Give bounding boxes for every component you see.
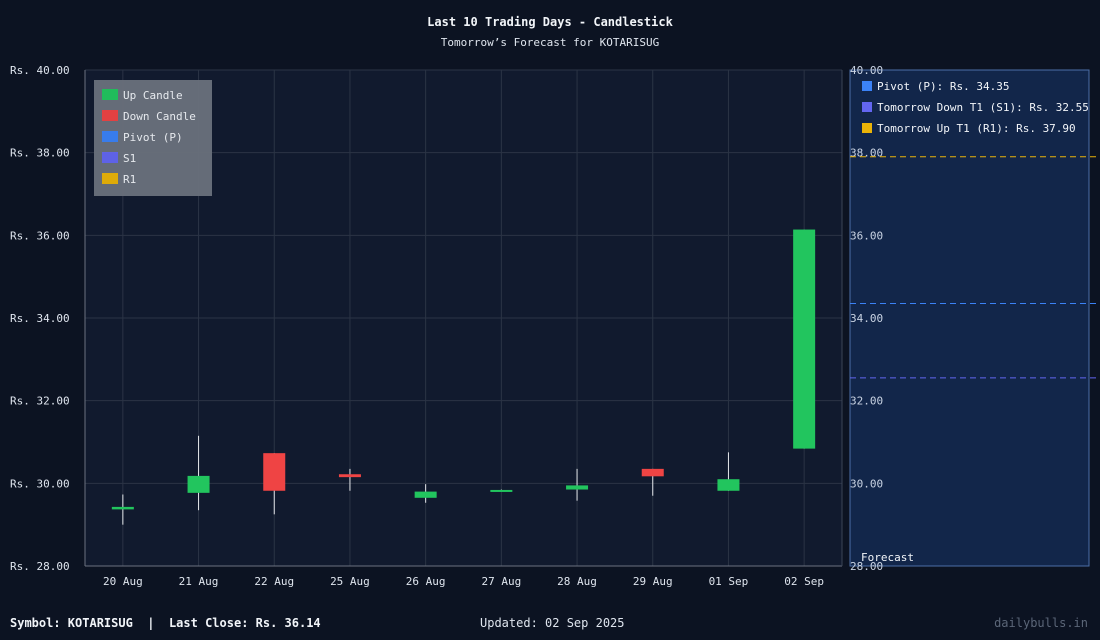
candle-down	[338, 474, 361, 478]
y-tick-label: Rs. 30.00	[10, 477, 70, 490]
x-tick-label: 25 Aug	[330, 575, 370, 588]
x-tick-label: 26 Aug	[406, 575, 446, 588]
legend-swatch-r1	[102, 173, 118, 184]
footer-symbol-text: Symbol: KOTARISUG | Last Close: Rs. 36.1…	[10, 616, 321, 630]
candle-up	[717, 479, 740, 491]
forecast-tick-label: 32.00	[850, 395, 883, 408]
legend-item-up: Up Candle	[102, 89, 183, 103]
candle-up	[793, 229, 816, 449]
x-tick-label: 22 Aug	[254, 575, 294, 588]
footer-updated: Updated: 02 Sep 2025	[480, 616, 625, 630]
x-tick-label: 27 Aug	[481, 575, 521, 588]
x-tick-label: 29 Aug	[633, 575, 673, 588]
legend-item-down: Down Candle	[102, 110, 196, 124]
forecast-legend-s1: Tomorrow Down T1 (S1): Rs. 32.55	[862, 101, 1089, 115]
candle-up	[566, 485, 589, 490]
candle-up	[111, 506, 134, 510]
footer-symbol: Symbol: KOTARISUG | Last Close: Rs. 36.1…	[10, 616, 321, 630]
candle-down	[641, 468, 664, 477]
chart-legend: Up Candle Down Candle Pivot (P) S1 R1	[94, 80, 212, 196]
forecast-legend-label: Tomorrow Down T1 (S1): Rs. 32.55	[877, 101, 1089, 114]
forecast-panel	[849, 69, 1090, 567]
legend-swatch-down	[102, 110, 118, 121]
forecast-legend-label: Pivot (P): Rs. 34.35	[877, 80, 1010, 93]
legend-swatch-up	[102, 89, 118, 100]
y-tick-label: Rs. 36.00	[10, 229, 70, 242]
forecast-swatch-s1	[862, 102, 872, 112]
forecast-label: Forecast	[861, 551, 914, 564]
forecast-legend-r1: Tomorrow Up T1 (R1): Rs. 37.90	[862, 122, 1076, 136]
forecast-tick-label: 36.00	[850, 229, 883, 242]
forecast-tick-label: 38.00	[850, 147, 883, 160]
candle-up	[187, 475, 210, 493]
forecast-tick-label: 40.00	[850, 64, 883, 77]
legend-label: Pivot (P)	[123, 131, 183, 144]
y-tick-label: Rs. 34.00	[10, 312, 70, 325]
legend-label: Down Candle	[123, 110, 196, 123]
legend-item-r1: R1	[102, 173, 136, 187]
forecast-tick-label: 30.00	[850, 477, 883, 490]
legend-item-s1: S1	[102, 152, 136, 166]
legend-label: R1	[123, 173, 137, 186]
candle-down	[263, 453, 286, 491]
footer-brand: dailybulls.in	[994, 616, 1088, 630]
forecast-tick-label: 34.00	[850, 312, 883, 325]
legend-swatch-pivot	[102, 131, 118, 142]
legend-item-pivot: Pivot (P)	[102, 131, 183, 145]
candle-up	[490, 489, 513, 492]
x-tick-label: 20 Aug	[103, 575, 143, 588]
x-tick-label: 02 Sep	[784, 575, 824, 588]
x-tick-label: 28 Aug	[557, 575, 597, 588]
y-tick-label: Rs. 28.00	[10, 560, 70, 573]
x-tick-label: 01 Sep	[709, 575, 749, 588]
forecast-swatch-r1	[862, 123, 872, 133]
legend-label: S1	[123, 152, 137, 165]
forecast-legend-label: Tomorrow Up T1 (R1): Rs. 37.90	[877, 122, 1076, 135]
y-tick-label: Rs. 38.00	[10, 147, 70, 160]
y-tick-label: Rs. 32.00	[10, 395, 70, 408]
forecast-legend-pivot: Pivot (P): Rs. 34.35	[862, 80, 1009, 94]
forecast-swatch-pivot	[862, 81, 872, 91]
legend-swatch-s1	[102, 152, 118, 163]
legend-label: Up Candle	[123, 89, 183, 102]
candle-up	[414, 491, 437, 498]
x-tick-label: 21 Aug	[179, 575, 219, 588]
y-tick-label: Rs. 40.00	[10, 64, 70, 77]
